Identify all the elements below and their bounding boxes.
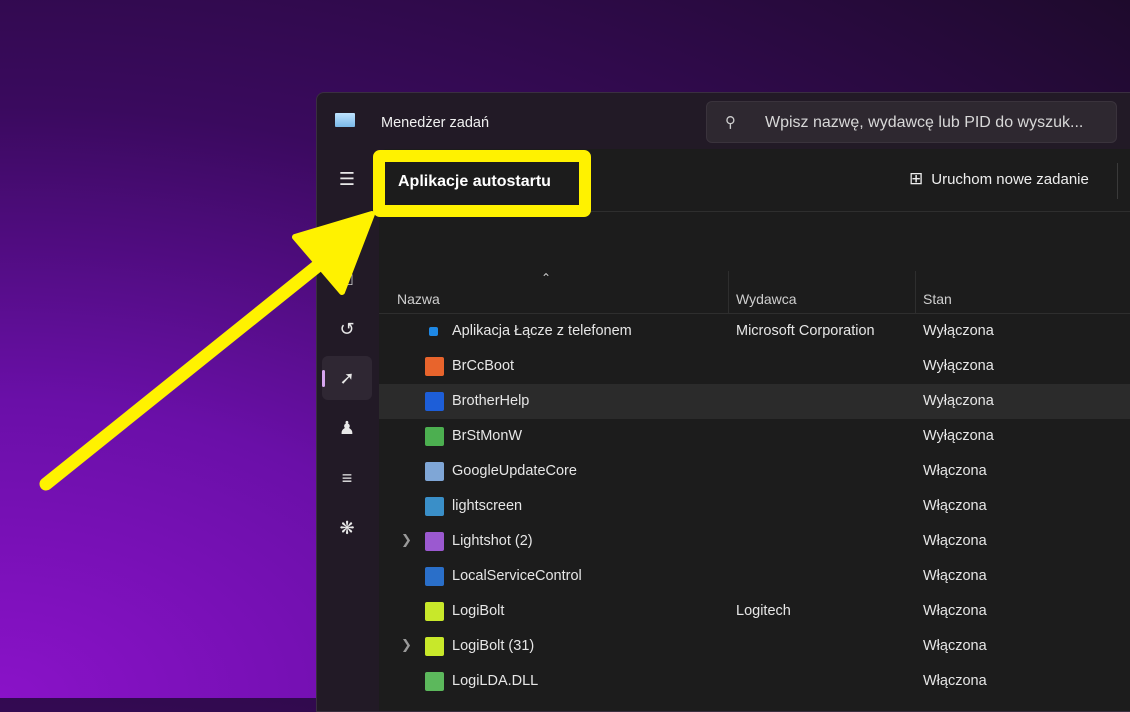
annotation-highlight-box: [373, 150, 591, 217]
annotation-arrow: [39, 211, 375, 491]
